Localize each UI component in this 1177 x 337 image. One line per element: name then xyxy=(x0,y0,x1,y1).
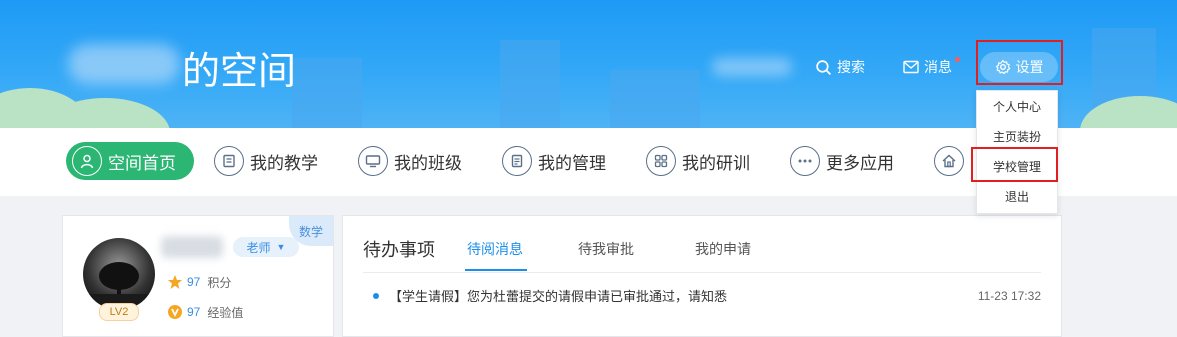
background-building xyxy=(500,40,560,128)
mail-icon xyxy=(903,60,919,74)
menu-item-profile-center[interactable]: 个人中心 xyxy=(977,91,1057,121)
nav-item-label: 我的班级 xyxy=(394,153,462,174)
nav-item-label: 我的教学 xyxy=(250,153,318,174)
avatar[interactable] xyxy=(83,238,155,310)
bullet-dot xyxy=(373,292,379,299)
nav-item-label: 空间首页 xyxy=(108,153,176,174)
nav-item-label: 我的管理 xyxy=(538,153,606,174)
level-badge: LV2 xyxy=(99,303,139,321)
tab-pending-approval[interactable]: 待我审批 xyxy=(578,239,634,259)
points-label: 积分 xyxy=(207,275,232,290)
nav-item-label: 我的研训 xyxy=(682,153,750,174)
todo-card: 待办事项 待阅消息 待我审批 我的申请 【学生请假】您为杜蕾提交的请假申请已审批… xyxy=(342,215,1062,337)
grid-icon xyxy=(646,146,676,176)
user-name-blurred xyxy=(68,44,180,84)
person-icon xyxy=(72,146,102,176)
points-value: 97 xyxy=(187,275,201,289)
monitor-icon xyxy=(358,146,388,176)
background-building xyxy=(292,58,362,128)
unread-dot xyxy=(955,57,960,62)
messages-label: 消息 xyxy=(924,59,952,75)
nav-item-teaching[interactable]: 我的教学 xyxy=(214,142,318,180)
nav-item-school-home[interactable] xyxy=(934,142,970,180)
nav-item-home[interactable]: 空间首页 xyxy=(66,142,194,180)
school-management-highlight-box xyxy=(971,147,1058,182)
nav-item-label: 更多应用 xyxy=(826,153,894,174)
list-item[interactable]: 【学生请假】您为杜蕾提交的请假申请已审批通过，请知悉 11-23 17:32 xyxy=(373,286,1041,305)
house-icon xyxy=(934,146,964,176)
nav-item-training[interactable]: 我的研训 xyxy=(646,142,750,180)
tree-silhouette-icon xyxy=(83,262,155,310)
settings-highlight-box xyxy=(976,40,1063,85)
exp-stat: 97 经验值 xyxy=(167,302,243,322)
more-icon xyxy=(790,146,820,176)
header-blurred-text xyxy=(712,58,792,76)
space-title: 的空间 xyxy=(182,49,297,93)
points-stat: 97 积分 xyxy=(167,272,231,292)
role-label: 老师 xyxy=(246,240,271,255)
tab-my-requests[interactable]: 我的申请 xyxy=(695,239,751,259)
tab-divider xyxy=(363,272,1041,273)
search-button[interactable]: 搜索 xyxy=(815,54,865,80)
profile-card: 数学 LV2 老师 ▼ 97 积分 97 经验值 xyxy=(62,215,334,337)
exp-value: 97 xyxy=(187,305,201,319)
list-item-time: 11-23 17:32 xyxy=(977,288,1041,303)
document-icon xyxy=(502,146,532,176)
nav-item-management[interactable]: 我的管理 xyxy=(502,142,606,180)
user-name-blurred xyxy=(161,236,223,258)
search-icon xyxy=(816,59,832,75)
active-tab-indicator xyxy=(465,269,527,271)
nav-item-more-apps[interactable]: 更多应用 xyxy=(790,142,894,180)
exp-label: 经验值 xyxy=(207,305,244,320)
search-label: 搜索 xyxy=(837,59,865,75)
nav-item-class[interactable]: 我的班级 xyxy=(358,142,462,180)
tab-unread-messages[interactable]: 待阅消息 xyxy=(467,239,523,259)
caret-down-icon: ▼ xyxy=(276,242,286,252)
star-icon xyxy=(168,275,182,289)
role-dropdown[interactable]: 老师 ▼ xyxy=(233,237,299,257)
messages-button[interactable]: 消息 xyxy=(903,54,952,80)
todo-title: 待办事项 xyxy=(363,240,435,261)
menu-item-logout[interactable]: 退出 xyxy=(977,181,1057,211)
list-item-text: 【学生请假】您为杜蕾提交的请假申请已审批通过，请知悉 xyxy=(389,289,728,304)
tablet-icon xyxy=(214,146,244,176)
v-badge-icon xyxy=(168,305,182,319)
background-building xyxy=(610,70,700,128)
